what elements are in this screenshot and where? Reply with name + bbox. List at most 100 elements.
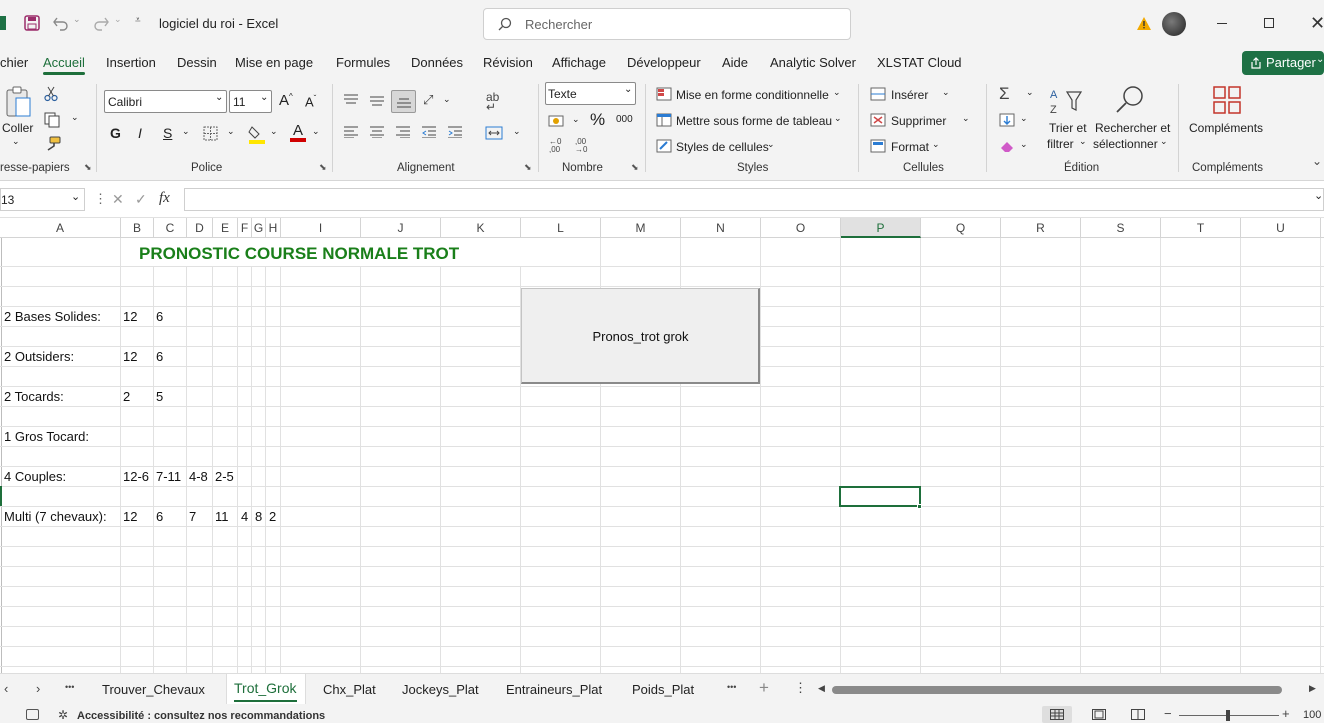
normal-view-button[interactable]: [1042, 706, 1072, 723]
cancel-entry-icon[interactable]: ✕: [112, 191, 124, 208]
redo-dropdown-icon[interactable]: ⌄: [114, 14, 122, 25]
menu-file[interactable]: chier: [0, 55, 28, 70]
share-button[interactable]: Partager ⌄: [1242, 51, 1324, 75]
column-header-h[interactable]: H: [266, 218, 281, 238]
menu-review[interactable]: Révision: [483, 55, 533, 70]
confirm-entry-icon[interactable]: ✓: [135, 191, 147, 208]
autosum-dropdown-icon[interactable]: ⌄: [1026, 87, 1034, 98]
undo-dropdown-icon[interactable]: ⌄: [73, 14, 81, 25]
format-painter-icon[interactable]: [44, 136, 62, 152]
fill-down-icon[interactable]: [999, 113, 1015, 127]
decrease-indent-icon[interactable]: [421, 126, 437, 138]
column-header-j[interactable]: J: [361, 218, 441, 238]
horizontal-scrollbar[interactable]: [832, 686, 1282, 694]
bold-button[interactable]: G: [110, 125, 121, 141]
column-header-q[interactable]: Q: [921, 218, 1001, 238]
more-options-icon[interactable]: ⋮: [94, 191, 107, 207]
menu-help[interactable]: Aide: [722, 55, 748, 70]
row-label-outsiders[interactable]: 2 Outsiders:: [4, 349, 74, 364]
accessibility-icon[interactable]: ✲: [58, 708, 68, 722]
restore-icon[interactable]: [1264, 18, 1274, 28]
menu-analytic-solver[interactable]: Analytic Solver: [770, 55, 856, 70]
add-sheet-icon[interactable]: +: [759, 678, 769, 698]
macro-button[interactable]: Pronos_trot grok: [521, 288, 760, 384]
conditional-format-button[interactable]: Mise en forme conditionnelle: [676, 88, 829, 102]
format-table-icon[interactable]: [656, 113, 672, 127]
minimize-icon[interactable]: [1217, 23, 1227, 24]
delete-button[interactable]: Supprimer: [891, 114, 946, 128]
number-launcher-icon[interactable]: ⬊: [631, 162, 639, 173]
column-header-i[interactable]: I: [281, 218, 361, 238]
sort-filter-icon[interactable]: AZ: [1049, 86, 1083, 116]
percent-button[interactable]: %: [590, 110, 605, 130]
clipboard-launcher-icon[interactable]: ⬊: [84, 162, 92, 173]
fill-dropdown-icon[interactable]: ⌄: [270, 126, 278, 137]
format-cells-icon[interactable]: [870, 139, 886, 153]
insert-cells-icon[interactable]: [870, 87, 886, 101]
redo-icon[interactable]: [92, 15, 110, 31]
search-box[interactable]: Rechercher: [483, 8, 851, 40]
insert-button[interactable]: Insérer: [891, 88, 928, 102]
cell-value[interactable]: 12: [123, 349, 137, 364]
paste-button[interactable]: Coller ⌄: [0, 86, 36, 150]
conditional-format-icon[interactable]: [656, 87, 672, 101]
page-break-view-icon[interactable]: [1131, 709, 1145, 720]
cell-styles-button[interactable]: Styles de cellules: [676, 140, 769, 154]
user-avatar[interactable]: [1162, 12, 1186, 36]
page-layout-view-icon[interactable]: [1092, 709, 1106, 720]
customize-toolbar-icon[interactable]: ⩡: [135, 15, 141, 26]
tab-poids-plat[interactable]: Poids_Plat: [632, 682, 694, 697]
chevron-right-icon[interactable]: ›: [36, 681, 40, 696]
align-middle-icon[interactable]: [369, 95, 385, 107]
copy-icon[interactable]: [44, 112, 60, 128]
borders-icon[interactable]: [203, 126, 218, 141]
macro-record-icon[interactable]: [26, 709, 39, 720]
menu-xlstat-cloud[interactable]: XLSTAT Cloud: [877, 55, 962, 70]
chevron-left-icon[interactable]: ‹: [4, 681, 8, 696]
column-header-u[interactable]: U: [1241, 218, 1321, 238]
tab-trouver-chevaux[interactable]: Trouver_Chevaux: [102, 682, 205, 697]
currency-dropdown-icon[interactable]: ⌄: [572, 114, 580, 125]
sort-filter-label-2[interactable]: filtrer: [1047, 137, 1074, 151]
undo-icon[interactable]: [52, 15, 70, 31]
column-header-c[interactable]: C: [154, 218, 187, 238]
collapse-ribbon-icon[interactable]: ⌄: [1312, 154, 1322, 168]
cell-value[interactable]: 12-6: [123, 469, 149, 484]
copy-dropdown-icon[interactable]: ⌄: [71, 112, 79, 123]
more-sheets-right-icon[interactable]: •••: [727, 682, 736, 692]
column-header-s[interactable]: S: [1081, 218, 1161, 238]
wrap-text-icon[interactable]: ab ↵: [486, 91, 499, 113]
save-icon[interactable]: [24, 15, 40, 31]
column-header-o[interactable]: O: [761, 218, 841, 238]
zoom-slider-thumb[interactable]: [1226, 710, 1230, 721]
cell-value[interactable]: 2: [269, 509, 276, 524]
number-format-select[interactable]: Texte ⌄: [545, 82, 636, 105]
sheet-options-icon[interactable]: ⋮: [794, 680, 807, 696]
column-header-r[interactable]: R: [1001, 218, 1081, 238]
column-header-g[interactable]: G: [252, 218, 266, 238]
menu-view[interactable]: Affichage: [552, 55, 606, 70]
cell-value[interactable]: 7: [189, 509, 196, 524]
decrease-font-icon[interactable]: Aˇ: [305, 94, 316, 109]
column-header-l[interactable]: L: [521, 218, 601, 238]
sort-filter-label-1[interactable]: Trier et: [1049, 121, 1087, 135]
fill-handle[interactable]: [917, 504, 922, 509]
orientation-icon[interactable]: ⤢: [423, 92, 433, 108]
font-name-select[interactable]: Calibri ⌄: [104, 90, 227, 113]
column-header-t[interactable]: T: [1161, 218, 1241, 238]
alignment-launcher-icon[interactable]: ⬊: [524, 162, 532, 173]
insert-function-button[interactable]: fx: [159, 190, 170, 207]
cell-value[interactable]: 6: [156, 349, 163, 364]
cell-value[interactable]: 12: [123, 509, 137, 524]
cell-value[interactable]: 7-11: [156, 469, 181, 484]
menu-home[interactable]: Accueil: [43, 55, 85, 70]
cut-icon[interactable]: [44, 86, 58, 102]
addins-button[interactable]: Compléments: [1189, 121, 1263, 135]
cell-value[interactable]: 4: [241, 509, 248, 524]
column-header-f[interactable]: F: [238, 218, 252, 238]
align-center-icon[interactable]: [369, 126, 385, 138]
cell-styles-icon[interactable]: [656, 139, 672, 153]
worksheet-grid[interactable]: PRONOSTIC COURSE NORMALE TROT 2 Bases So…: [0, 238, 1324, 673]
column-header-b[interactable]: B: [121, 218, 154, 238]
close-icon[interactable]: ✕: [1310, 13, 1324, 34]
